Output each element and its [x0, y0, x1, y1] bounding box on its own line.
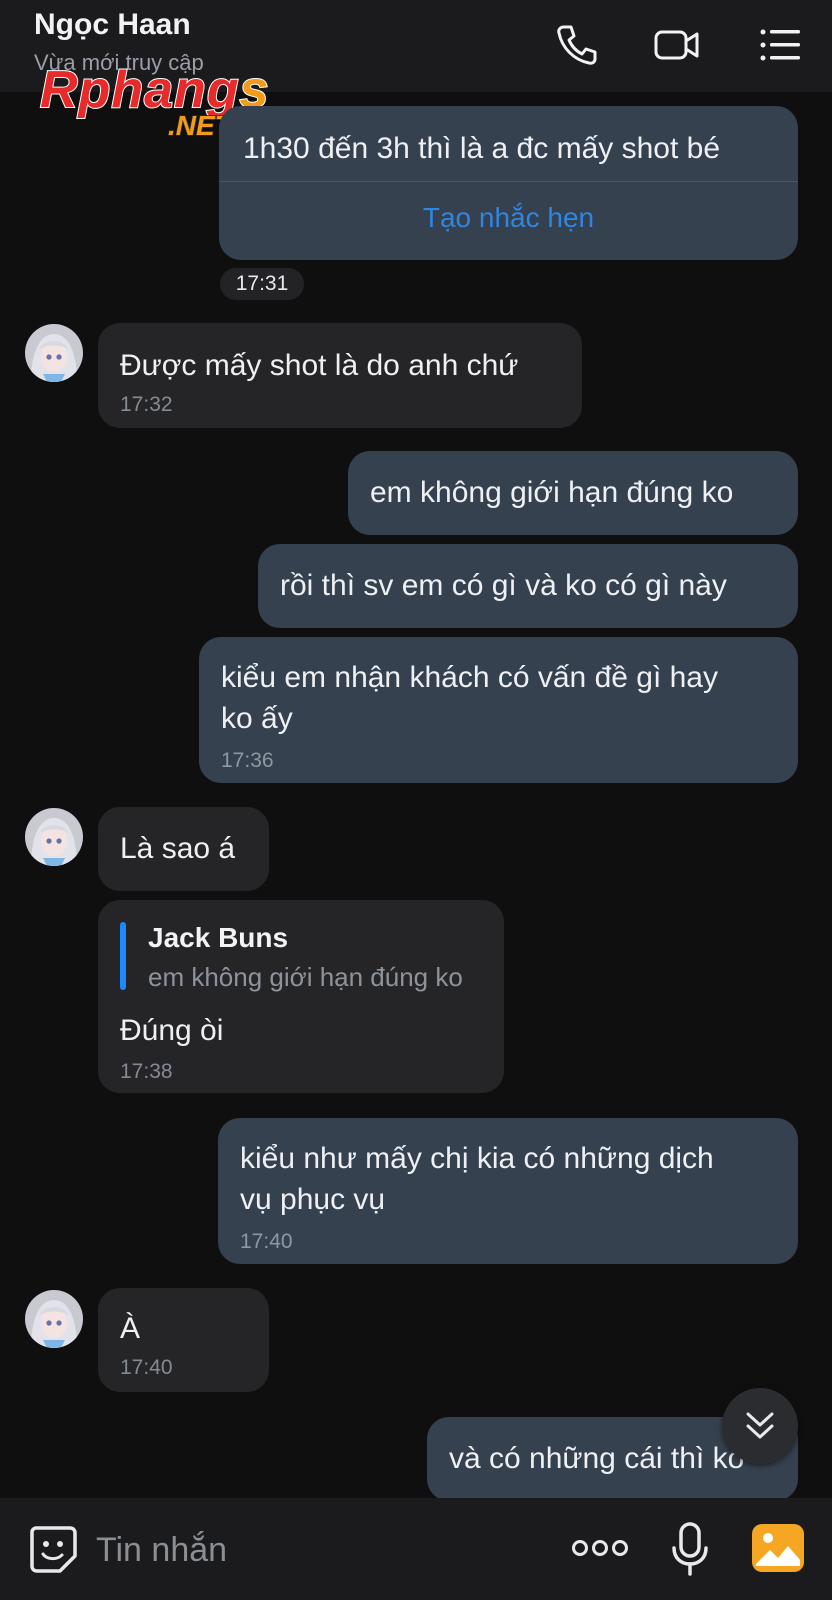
- message-text-line: kiểu như mấy chị kia có những dịch: [240, 1142, 714, 1175]
- message-text: Đúng òi: [120, 1014, 224, 1047]
- time-separator: 17:31: [220, 268, 304, 300]
- message-outgoing[interactable]: 1h30 đến 3h thì là a đc mấy shot bé Tạo …: [219, 106, 798, 260]
- double-chevron-down-icon: [746, 1412, 774, 1439]
- avatar-image: [25, 324, 83, 382]
- message-input[interactable]: [96, 1526, 536, 1574]
- avatar[interactable]: [25, 1290, 83, 1348]
- avatar[interactable]: [25, 808, 83, 866]
- message-text: và có những cái thì ko: [449, 1442, 745, 1475]
- message-time: 17:32: [120, 393, 173, 416]
- microphone-icon[interactable]: [668, 1520, 712, 1578]
- quote-sender: Jack Buns: [148, 922, 289, 953]
- message-outgoing[interactable]: rồi thì sv em có gì và ko có gì này: [258, 544, 798, 628]
- message-outgoing[interactable]: kiểu em nhận khách có vấn đề gì hay ko ấ…: [199, 637, 798, 783]
- quote-bar: [120, 922, 126, 990]
- message-text: 1h30 đến 3h thì là a đc mấy shot bé: [243, 132, 720, 165]
- avatar[interactable]: [25, 324, 83, 382]
- message-text: Là sao á: [120, 832, 236, 865]
- message-incoming-reply[interactable]: Jack Buns em không giới hạn đúng ko Đúng…: [98, 900, 504, 1093]
- bubble-divider: [219, 181, 798, 182]
- message-incoming[interactable]: Được mấy shot là do anh chứ 17:32: [98, 323, 582, 428]
- sticker-icon[interactable]: [26, 1522, 80, 1576]
- phone-icon[interactable]: [552, 20, 602, 70]
- avatar-image: [25, 808, 83, 866]
- message-time: 17:36: [221, 749, 274, 772]
- gallery-icon[interactable]: [750, 1520, 806, 1576]
- message-incoming[interactable]: À 17:40: [98, 1288, 269, 1392]
- message-time: 17:40: [240, 1230, 293, 1253]
- message-text-line: kiểu em nhận khách có vấn đề gì hay: [221, 661, 718, 694]
- message-text: em không giới hạn đúng ko: [370, 476, 734, 509]
- message-text: À: [120, 1312, 141, 1345]
- message-text-line: vụ phục vụ: [240, 1183, 386, 1216]
- message-text-line: ko ấy: [221, 702, 293, 735]
- message-incoming[interactable]: Là sao á: [98, 807, 269, 891]
- message-composer: [0, 1498, 832, 1600]
- more-options-icon[interactable]: [570, 1536, 630, 1560]
- message-time: 17:38: [120, 1060, 173, 1083]
- message-outgoing[interactable]: em không giới hạn đúng ko: [348, 451, 798, 535]
- scroll-to-bottom-button[interactable]: [722, 1388, 798, 1464]
- message-text: rồi thì sv em có gì và ko có gì này: [280, 569, 727, 602]
- create-reminder-link[interactable]: Tạo nhắc hẹn: [219, 202, 798, 234]
- quote-text: em không giới hạn đúng ko: [148, 962, 463, 992]
- message-text: Được mấy shot là do anh chứ: [120, 349, 519, 382]
- contact-name[interactable]: Ngọc Haan: [34, 8, 191, 42]
- video-call-icon[interactable]: [652, 20, 702, 70]
- message-outgoing[interactable]: kiểu như mấy chị kia có những dịch vụ ph…: [218, 1118, 798, 1264]
- avatar-image: [25, 1290, 83, 1348]
- message-time: 17:40: [120, 1356, 173, 1379]
- menu-icon[interactable]: [756, 20, 806, 70]
